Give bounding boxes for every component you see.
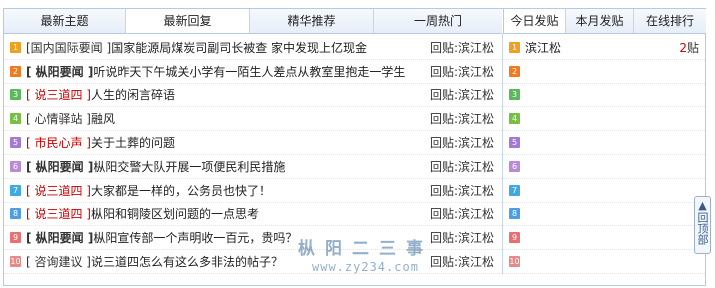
rank-number-badge: 1 — [10, 41, 21, 53]
post-title[interactable]: 说三道四怎么有这么多非法的帖子？ — [91, 255, 283, 269]
rank-number-badge: 5 — [10, 137, 21, 149]
post-title-link[interactable]: [ 枞阳要闻 ]枞阳交警大队开展一项便民利民措施 — [26, 158, 430, 175]
rank-number-badge: 7 — [509, 184, 520, 196]
watermark-logo-text: 枞阳二三事 — [298, 239, 433, 259]
post-title[interactable]: 枞阳和铜陵区划问题的一点思考 — [91, 207, 259, 221]
post-row: 1 [国内国际要闻 ]国家能源局煤炭司副司长被查 家中发现上亿现金 回贴:滨江松 — [4, 36, 502, 60]
ranking-user-name[interactable]: 滨江松 — [525, 39, 659, 56]
post-category[interactable]: [ 说三道四 ] — [26, 207, 91, 221]
post-title[interactable]: 人生的闲言碎语 — [91, 88, 175, 102]
post-title[interactable]: 枞阳交警大队开展一项便民利民措施 — [93, 160, 285, 174]
post-title[interactable]: 关于土葬的问题 — [91, 136, 175, 150]
ranking-row: 6 — [503, 155, 705, 179]
post-title-link[interactable]: [ 心情驿站 ]融风 — [26, 110, 430, 127]
post-title[interactable]: 枞阳宣传部一个声明收一百元，贵吗？ — [93, 231, 297, 245]
rank-number-badge: 8 — [509, 208, 520, 220]
post-row: 4[ 心情驿站 ]融风 回贴:滨江松 — [4, 107, 502, 132]
watermark-url: www.zy234.com — [312, 260, 419, 274]
rank-number-badge: 5 — [509, 137, 520, 149]
tab-today-posts[interactable]: 今日发贴 — [504, 9, 566, 33]
post-category[interactable]: [ 枞阳要闻 ] — [26, 231, 93, 245]
tab-featured[interactable]: 精华推荐 — [250, 9, 374, 33]
back-to-top-button[interactable]: ▲ 回顶部 — [694, 196, 711, 254]
tab-online-ranking[interactable]: 在线排行 — [634, 9, 706, 33]
rank-number-badge: 4 — [10, 113, 21, 125]
ranking-row: 2 — [503, 60, 705, 84]
tab-weekly-hot[interactable]: 一周热门 — [374, 9, 502, 33]
count-value: 2 — [679, 40, 687, 55]
rank-number-badge: 10 — [509, 256, 520, 268]
tab-latest-topics[interactable]: 最新主题 — [4, 9, 126, 33]
post-last-reply[interactable]: 回贴:滨江松 — [430, 86, 502, 103]
post-last-reply[interactable]: 回贴:滨江松 — [430, 182, 502, 199]
post-title[interactable]: 听说昨天下午城关小学有一陌生人差点从教室里抱走一学生 — [93, 65, 405, 79]
post-last-reply[interactable]: 回贴:滨江松 — [430, 63, 502, 80]
post-category[interactable]: [ 枞阳要闻 ] — [26, 65, 93, 79]
post-last-reply[interactable]: 回贴:滨江松 — [430, 205, 502, 222]
rank-number-badge: 9 — [509, 232, 520, 244]
post-last-reply[interactable]: 回贴:滨江松 — [430, 39, 502, 56]
rank-number-badge: 3 — [509, 89, 520, 101]
rank-number-badge: 4 — [509, 113, 520, 125]
post-title[interactable]: 大家都是一样的，公务员也快了！ — [91, 184, 271, 198]
post-category[interactable]: [ 咨询建议 ] — [26, 255, 91, 269]
rank-number-badge: 6 — [509, 160, 520, 172]
post-last-reply[interactable]: 回贴:滨江松 — [430, 158, 502, 175]
post-category[interactable]: [ 说三道四 ] — [26, 184, 91, 198]
rank-number-badge: 2 — [509, 65, 520, 77]
post-row: 8[ 说三道四 ]枞阳和铜陵区划问题的一点思考 回贴:滨江松 — [4, 203, 502, 227]
post-title-link[interactable]: [ 说三道四 ]人生的闲言碎语 — [26, 86, 430, 103]
post-row: 5[ 市民心声 ]关于土葬的问题 回贴:滨江松 — [4, 131, 502, 155]
back-to-top-label: 回顶部 — [696, 212, 709, 245]
post-title-link[interactable]: [ 市民心声 ]关于土葬的问题 — [26, 134, 430, 151]
post-category[interactable]: [ 市民心声 ] — [26, 136, 91, 150]
ranking-row: 1 滨江松 2贴 — [503, 36, 705, 60]
rank-number-badge: 10 — [10, 256, 21, 268]
post-title-link[interactable]: [ 说三道四 ]枞阳和铜陵区划问题的一点思考 — [26, 205, 430, 222]
ranking-row: 5 — [503, 131, 705, 155]
rank-number-badge: 9 — [10, 232, 21, 244]
chevron-up-icon: ▲ — [698, 199, 707, 212]
post-title[interactable]: 融风 — [91, 112, 115, 126]
tab-latest-replies[interactable]: 最新回复 — [126, 9, 250, 33]
post-last-reply[interactable]: 回贴:滨江松 — [430, 229, 502, 246]
ranking-post-count: 2贴 — [659, 39, 705, 56]
post-last-reply[interactable]: 回贴:滨江松 — [430, 110, 502, 127]
rank-number-badge: 8 — [10, 208, 21, 220]
post-title-link[interactable]: [ 说三道四 ]大家都是一样的，公务员也快了！ — [26, 182, 430, 199]
ranking-row: 9 — [503, 226, 705, 251]
post-row: 7[ 说三道四 ]大家都是一样的，公务员也快了！ 回贴:滨江松 — [4, 179, 502, 203]
ranking-list: 1 滨江松 2贴 2 3 4 5 6 7 8 9 10 — [503, 36, 705, 274]
post-last-reply[interactable]: 回贴:滨江松 — [430, 134, 502, 151]
post-last-reply[interactable]: 回贴:滨江松 — [430, 253, 502, 270]
post-title[interactable]: 国家能源局煤炭司副司长被查 家中发现上亿现金 — [111, 41, 367, 55]
post-tabs: 最新主题 最新回复 精华推荐 一周热门 — [4, 9, 502, 34]
rank-number-badge: 2 — [10, 65, 21, 77]
rank-number-badge: 6 — [10, 160, 21, 172]
rank-number-badge: 7 — [10, 184, 21, 196]
ranking-row: 10 — [503, 250, 705, 274]
post-title-link[interactable]: [ 枞阳要闻 ]听说昨天下午城关小学有一陌生人差点从教室里抱走一学生 — [26, 63, 430, 80]
post-category[interactable]: [ 枞阳要闻 ] — [26, 160, 93, 174]
post-title-link[interactable]: [国内国际要闻 ]国家能源局煤炭司副司长被查 家中发现上亿现金 — [26, 39, 430, 56]
ranking-row: 3 — [503, 84, 705, 108]
ranking-row: 4 — [503, 107, 705, 132]
tab-month-posts[interactable]: 本月发贴 — [566, 9, 634, 33]
ranking-row: 8 — [503, 203, 705, 227]
post-category[interactable]: [国内国际要闻 ] — [26, 41, 111, 55]
post-row: 2[ 枞阳要闻 ]听说昨天下午城关小学有一陌生人差点从教室里抱走一学生 回贴:滨江… — [4, 60, 502, 84]
post-category[interactable]: [ 说三道四 ] — [26, 88, 91, 102]
post-row: 3[ 说三道四 ]人生的闲言碎语 回贴:滨江松 — [4, 84, 502, 108]
post-category[interactable]: [ 心情驿站 ] — [26, 112, 91, 126]
post-row: 6[ 枞阳要闻 ]枞阳交警大队开展一项便民利民措施 回贴:滨江松 — [4, 155, 502, 179]
ranking-tabs: 今日发贴 本月发贴 在线排行 — [503, 9, 706, 34]
count-unit: 贴 — [686, 40, 699, 55]
rank-number-badge: 1 — [509, 41, 520, 53]
ranking-row: 7 — [503, 179, 705, 203]
rank-number-badge: 3 — [10, 89, 21, 101]
